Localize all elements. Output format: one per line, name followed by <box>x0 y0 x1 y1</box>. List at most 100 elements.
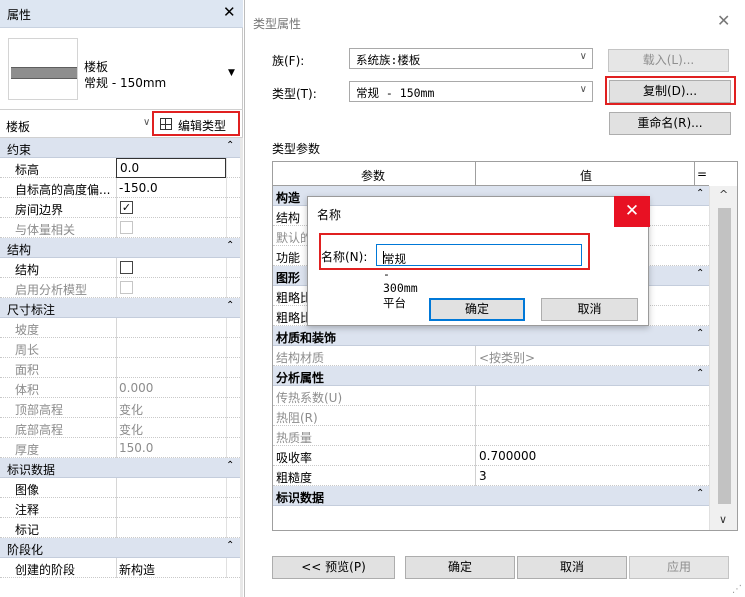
property-value: 变化 <box>119 403 144 417</box>
properties-scrollbar[interactable] <box>240 138 243 597</box>
duplicate-button[interactable]: 复制(D)... <box>609 80 731 103</box>
cancel-button[interactable]: 取消 <box>517 556 627 579</box>
property-name: 房间边界 <box>15 203 64 217</box>
column-divider <box>226 498 227 518</box>
property-row: 标高 0.0 <box>0 158 240 178</box>
property-name: 创建的阶段 <box>15 563 76 577</box>
parameter-name: 粗糙度 <box>276 471 313 485</box>
column-divider <box>116 418 117 438</box>
edit-type-label: 编辑类型 <box>178 119 227 133</box>
property-name: 结构 <box>15 263 40 277</box>
resize-grip-icon[interactable]: ⋰ <box>732 584 742 595</box>
property-row: 自标高的高度偏... -150.0 <box>0 178 240 198</box>
column-header-parameter-label: 参数 <box>361 169 386 183</box>
column-divider <box>116 278 117 298</box>
scroll-down-icon[interactable]: ∨ <box>719 513 727 526</box>
load-button[interactable]: 载入(L)... <box>608 49 729 72</box>
collapse-icon[interactable]: ⌃ <box>696 268 704 279</box>
column-divider <box>116 258 117 278</box>
collapse-icon[interactable]: ⌃ <box>696 488 704 499</box>
chevron-down-icon[interactable]: ∨ <box>143 117 150 128</box>
name-input[interactable]: 常规 - 300mm 平台 <box>376 244 582 310</box>
preview-button[interactable]: << 预览(P) <box>272 556 395 579</box>
property-group-header[interactable]: 阶段化 ⌃ <box>0 538 240 558</box>
parameter-group-header[interactable]: 材质和装饰 ⌃ <box>273 326 709 346</box>
column-divider <box>475 386 476 406</box>
column-divider <box>475 406 476 426</box>
collapse-icon[interactable]: ⌃ <box>696 368 704 379</box>
parameter-group-label: 构造 <box>276 191 301 205</box>
type-selector[interactable]: 楼板 常规 - 150mm ▼ <box>0 28 243 110</box>
type-select-value: 常规 - 150mm <box>356 86 435 100</box>
parameter-group-header[interactable]: 分析属性 ⌃ <box>273 366 709 386</box>
dropdown-arrow-icon[interactable]: ▼ <box>228 68 235 78</box>
column-divider <box>226 278 227 298</box>
close-icon[interactable]: ✕ <box>614 196 650 227</box>
column-divider <box>116 398 117 418</box>
chevron-down-icon: ∨ <box>579 51 587 62</box>
property-group-header[interactable]: 结构 ⌃ <box>0 238 240 258</box>
parameter-group-header[interactable]: 标识数据 ⌃ <box>273 486 709 506</box>
property-value-input[interactable]: 0.0 <box>116 158 226 178</box>
column-divider <box>116 378 117 398</box>
property-value: 0.000 <box>119 381 154 395</box>
family-label: 族(F): <box>272 54 305 68</box>
name-ok-button[interactable]: 确定 <box>429 298 525 321</box>
column-divider <box>226 518 227 538</box>
parameter-name: 吸收率 <box>276 451 313 465</box>
collapse-icon[interactable]: ⌃ <box>226 540 234 551</box>
name-cancel-button[interactable]: 取消 <box>541 298 638 321</box>
column-divider <box>116 518 117 538</box>
dialog-title: 类型属性 <box>253 17 302 31</box>
property-row: 启用分析模型 <box>0 278 240 298</box>
edit-type-button[interactable]: 编辑类型 <box>152 111 240 136</box>
property-checkbox[interactable]: ✓ <box>120 201 133 214</box>
property-name: 与体量相关 <box>15 223 76 237</box>
property-value[interactable]: -150.0 <box>119 181 158 195</box>
apply-button[interactable]: 应用 <box>629 556 729 579</box>
parameter-name: 结构材质 <box>276 351 325 365</box>
collapse-icon[interactable]: ⌃ <box>696 328 704 339</box>
column-divider <box>116 218 117 238</box>
column-divider <box>226 258 227 278</box>
family-select[interactable]: 系统族:楼板 ∨ <box>349 48 593 69</box>
property-row: 结构 <box>0 258 240 278</box>
column-divider <box>116 498 117 518</box>
property-group-header[interactable]: 尺寸标注 ⌃ <box>0 298 240 318</box>
name-input-value: 常规 - 300mm 平台 <box>383 252 418 310</box>
table-scrollbar[interactable]: ^ ∨ <box>709 186 737 530</box>
collapse-icon[interactable]: ⌃ <box>226 140 234 151</box>
scroll-up-icon[interactable]: ^ <box>719 188 728 201</box>
property-row: 注释 <box>0 498 240 518</box>
ok-button[interactable]: 确定 <box>405 556 515 579</box>
collapse-icon[interactable]: ⌃ <box>226 240 234 251</box>
property-value: 0.0 <box>120 161 140 175</box>
collapse-icon[interactable]: ⌃ <box>696 188 704 199</box>
column-divider <box>226 318 227 338</box>
property-name: 注释 <box>15 503 40 517</box>
property-row: 周长 <box>0 338 240 358</box>
property-row: 图像 <box>0 478 240 498</box>
column-divider <box>226 218 227 238</box>
collapse-icon[interactable]: ⌃ <box>226 460 234 471</box>
parameter-value[interactable]: 0.700000 <box>479 449 536 463</box>
collapse-icon[interactable]: ⌃ <box>226 300 234 311</box>
column-divider <box>226 378 227 398</box>
rename-button[interactable]: 重命名(R)... <box>609 112 731 135</box>
text-caret <box>383 251 384 264</box>
property-value[interactable]: 新构造 <box>119 561 155 578</box>
property-group-header[interactable]: 标识数据 ⌃ <box>0 458 240 478</box>
column-divider <box>116 558 117 578</box>
parameter-group-label: 标识数据 <box>276 491 325 505</box>
parameter-value[interactable]: 3 <box>479 469 487 483</box>
close-icon[interactable]: ✕ <box>223 3 236 21</box>
column-divider <box>475 466 476 486</box>
edit-type-icon <box>160 118 172 130</box>
scrollbar-thumb[interactable] <box>718 208 731 504</box>
property-group-header[interactable]: 约束 ⌃ <box>0 138 240 158</box>
close-icon[interactable]: ✕ <box>717 11 730 30</box>
type-select[interactable]: 常规 - 150mm ∨ <box>349 81 593 102</box>
column-divider <box>226 478 227 498</box>
property-checkbox[interactable] <box>120 261 133 274</box>
property-row: 顶部高程 变化 <box>0 398 240 418</box>
